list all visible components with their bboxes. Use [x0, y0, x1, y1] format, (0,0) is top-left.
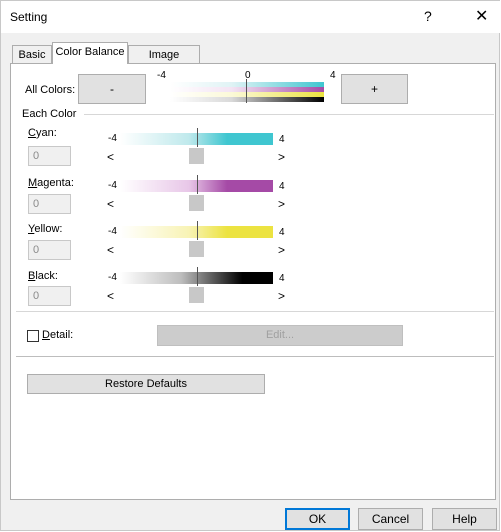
all-colors-center-tick: [246, 79, 247, 103]
yellow-center-tick: [197, 221, 198, 240]
black-max: 4: [279, 273, 285, 284]
cyan-slider-thumb[interactable]: [189, 148, 204, 164]
black-center-tick: [197, 267, 198, 286]
magenta-min: -4: [108, 180, 117, 191]
detail-edit-button: Edit...: [157, 325, 403, 346]
magenta-center-tick: [197, 175, 198, 194]
magenta-label: Magenta:: [28, 177, 74, 189]
yellow-slider-thumb[interactable]: [189, 241, 204, 257]
cyan-label: Cyan:: [28, 127, 57, 139]
ok-button[interactable]: OK: [285, 508, 350, 530]
cyan-decrease-arrow[interactable]: <: [107, 150, 114, 164]
each-color-group-label: Each Color: [22, 108, 77, 120]
yellow-max: 4: [279, 227, 285, 238]
black-label: Black:: [28, 270, 58, 282]
each-color-group-line: [84, 114, 494, 115]
black-value-field[interactable]: 0: [28, 286, 71, 306]
each-color-group-bottom-line: [16, 311, 494, 312]
magenta-max: 4: [279, 181, 285, 192]
tab-image-attribute[interactable]: Image Attribute: [128, 45, 200, 79]
cyan-value-field[interactable]: 0: [28, 146, 71, 166]
title-bar: Setting ? ✕: [1, 1, 501, 33]
cyan-increase-arrow[interactable]: >: [278, 150, 285, 164]
restore-defaults-button[interactable]: Restore Defaults: [27, 374, 265, 394]
magenta-increase-arrow[interactable]: >: [278, 197, 285, 211]
yellow-decrease-arrow[interactable]: <: [107, 243, 114, 257]
yellow-min: -4: [108, 226, 117, 237]
cancel-button[interactable]: Cancel: [358, 508, 423, 530]
black-slider-thumb[interactable]: [189, 287, 204, 303]
black-min: -4: [108, 272, 117, 283]
close-icon[interactable]: ✕: [475, 6, 488, 26]
yellow-value-field[interactable]: 0: [28, 240, 71, 260]
black-increase-arrow[interactable]: >: [278, 289, 285, 303]
yellow-increase-arrow[interactable]: >: [278, 243, 285, 257]
all-colors-label: All Colors:: [25, 84, 76, 96]
cyan-min: -4: [108, 133, 117, 144]
dialog-title: Setting: [10, 10, 48, 24]
help-icon[interactable]: ?: [424, 8, 432, 24]
black-decrease-arrow[interactable]: <: [107, 289, 114, 303]
help-button[interactable]: Help: [432, 508, 497, 530]
yellow-label: Yellow:: [28, 223, 63, 235]
detail-label: Detail:: [42, 329, 74, 341]
cyan-center-tick: [197, 128, 198, 147]
tab-color-balance[interactable]: Color Balance: [52, 42, 128, 64]
all-colors-scale-min: -4: [157, 70, 166, 81]
cyan-max: 4: [279, 134, 285, 145]
detail-checkbox[interactable]: [27, 330, 39, 342]
all-colors-scale-max: 4: [330, 70, 336, 81]
all-colors-color-preview: [170, 82, 324, 102]
separator-line: [16, 356, 494, 357]
magenta-decrease-arrow[interactable]: <: [107, 197, 114, 211]
magenta-value-field[interactable]: 0: [28, 194, 71, 214]
all-colors-minus-button[interactable]: -: [78, 74, 146, 104]
all-colors-plus-button[interactable]: +: [341, 74, 408, 104]
magenta-slider-thumb[interactable]: [189, 195, 204, 211]
tab-basic[interactable]: Basic: [12, 45, 52, 63]
